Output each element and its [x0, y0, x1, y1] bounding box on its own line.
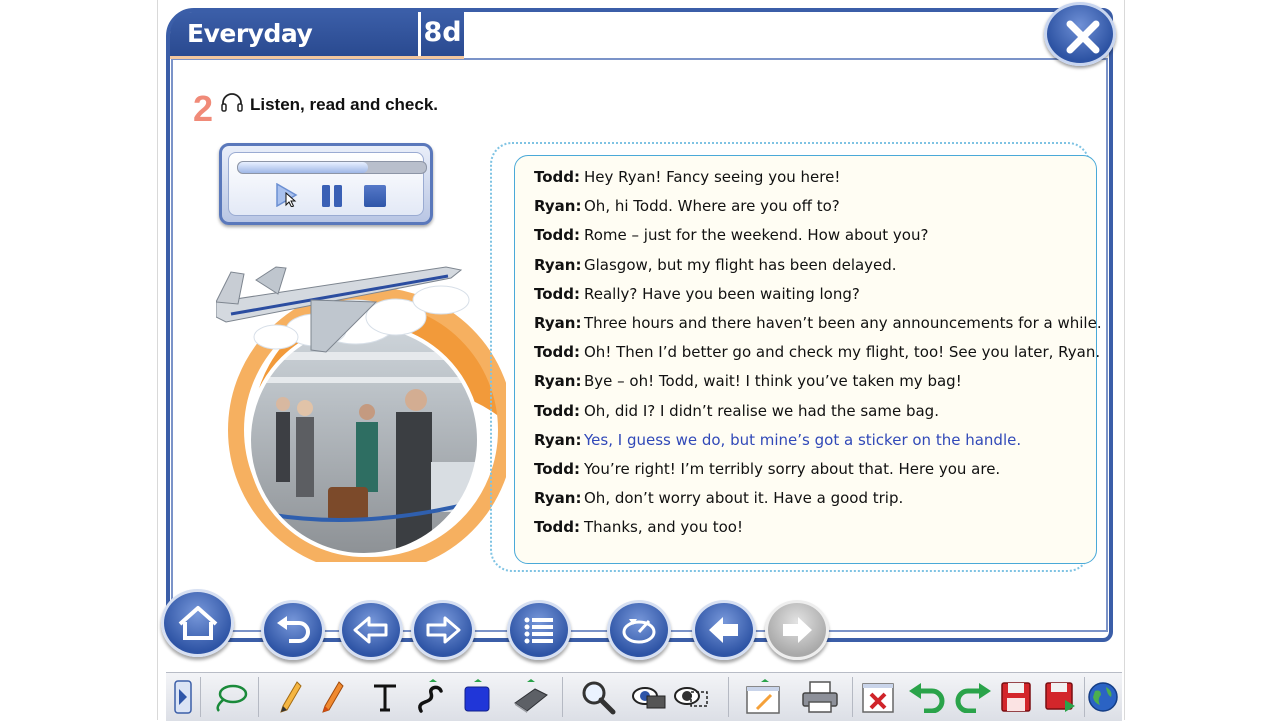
shape-tool[interactable]	[460, 673, 494, 721]
save-button[interactable]	[996, 673, 1036, 721]
clear-button[interactable]	[856, 673, 900, 721]
next-icon	[426, 616, 461, 644]
dialogue-text: Rome – just for the weekend. How about y…	[584, 226, 929, 245]
eraser-icon	[514, 679, 548, 713]
whiteboard-tool[interactable]	[741, 673, 785, 721]
airport-illustration	[216, 266, 506, 562]
redo-icon	[955, 683, 991, 713]
title-underline	[170, 56, 464, 59]
lasso-tool[interactable]	[204, 673, 254, 721]
web-button[interactable]	[1086, 673, 1120, 721]
progress-fill	[238, 162, 368, 173]
stop-button[interactable]	[364, 185, 386, 207]
freehand-icon	[418, 679, 443, 713]
dialogue-text: Oh, hi Todd. Where are you off to?	[584, 197, 840, 216]
save-icon	[1001, 682, 1031, 712]
close-icon	[1066, 20, 1100, 54]
lasso-icon	[216, 684, 248, 712]
dialogue-text: Thanks, and you too!	[584, 518, 743, 537]
headphones-icon	[220, 91, 244, 119]
pencil-icon	[280, 681, 302, 713]
clear-icon	[862, 683, 894, 713]
dialogue-text: Glasgow, but my flight has been delayed.	[584, 255, 897, 274]
dialogue-text: Oh! Then I’d better go and check my flig…	[584, 343, 1101, 362]
text-icon	[374, 684, 396, 712]
pause-icon	[322, 185, 342, 207]
redo-button[interactable]	[952, 673, 994, 721]
reload-button[interactable]	[607, 600, 671, 660]
freehand-tool[interactable]	[414, 673, 448, 721]
highlighter-icon	[322, 681, 344, 713]
back-button[interactable]	[261, 600, 325, 660]
page-title: Everyday English	[170, 12, 418, 92]
dialogue-box: Todd: Hey Ryan! Fancy seeing you here! Rya…	[514, 155, 1102, 564]
zoom-icon	[582, 681, 616, 715]
dialogue-text: Hey Ryan! Fancy seeing you here!	[584, 168, 841, 186]
next-page-icon	[783, 617, 812, 643]
web-icon	[1088, 682, 1118, 712]
dialogue-text: Oh, don’t worry about it. Have a good tr…	[584, 489, 904, 508]
dialogue-text: You’re right! I’m terribly sorry about t…	[584, 460, 1001, 478]
contents-button[interactable]	[507, 600, 571, 660]
home-icon	[178, 606, 217, 640]
undo-button[interactable]	[906, 673, 948, 721]
previous-page-icon	[709, 617, 738, 643]
reveal-tool[interactable]	[670, 673, 710, 721]
save-as-icon	[1045, 682, 1075, 712]
audio-player	[219, 143, 433, 225]
highlighter-tool[interactable]	[318, 673, 348, 721]
print-button[interactable]	[798, 673, 842, 721]
shape-icon	[464, 679, 490, 712]
progress-track[interactable]	[237, 161, 427, 174]
save-as-button[interactable]	[1040, 673, 1080, 721]
annotation-toolbar	[166, 672, 1122, 721]
undo-icon	[909, 683, 945, 713]
back-icon	[277, 616, 310, 643]
reveal-icon	[674, 687, 708, 707]
exercise-number: 2	[193, 88, 214, 129]
play-icon	[276, 182, 298, 208]
player-face	[228, 152, 427, 216]
dialogue-text: Three hours and there haven’t been any a…	[584, 314, 1102, 332]
print-icon	[802, 681, 838, 713]
zoom-tool[interactable]	[578, 673, 618, 721]
home-button[interactable]	[161, 589, 234, 657]
text-tool[interactable]	[370, 673, 400, 721]
dialogue-text: Really? Have you been waiting long?	[584, 284, 860, 303]
exercise-instruction: Listen, read and check.	[250, 95, 439, 114]
spotlight-icon	[632, 687, 666, 709]
play-button[interactable]	[274, 182, 300, 208]
reload-icon	[622, 619, 656, 644]
whiteboard-icon	[746, 679, 780, 714]
dialogue-text: Oh, did I? I didn’t realise we had the s…	[584, 401, 939, 420]
dialogue-text: Bye – oh! Todd, wait! I think you’ve tak…	[584, 372, 962, 391]
spotlight-tool[interactable]	[628, 673, 668, 721]
dialogue-text: Yes, I guess we do, but mine’s got a sti…	[584, 430, 1022, 449]
contents-list-icon	[524, 617, 553, 644]
next-page-button[interactable]	[765, 600, 829, 660]
unit-code: 8d	[421, 12, 464, 56]
expand-arrow-icon	[174, 680, 192, 714]
pause-button[interactable]	[319, 185, 345, 207]
previous-page-button[interactable]	[692, 600, 756, 660]
expand-toolbar-button[interactable]	[168, 673, 198, 721]
pencil-tool[interactable]	[276, 673, 306, 721]
previous-icon	[353, 616, 388, 644]
next-button[interactable]	[411, 600, 475, 660]
eraser-tool[interactable]	[506, 673, 554, 721]
close-button[interactable]	[1044, 2, 1116, 66]
previous-button[interactable]	[339, 600, 403, 660]
